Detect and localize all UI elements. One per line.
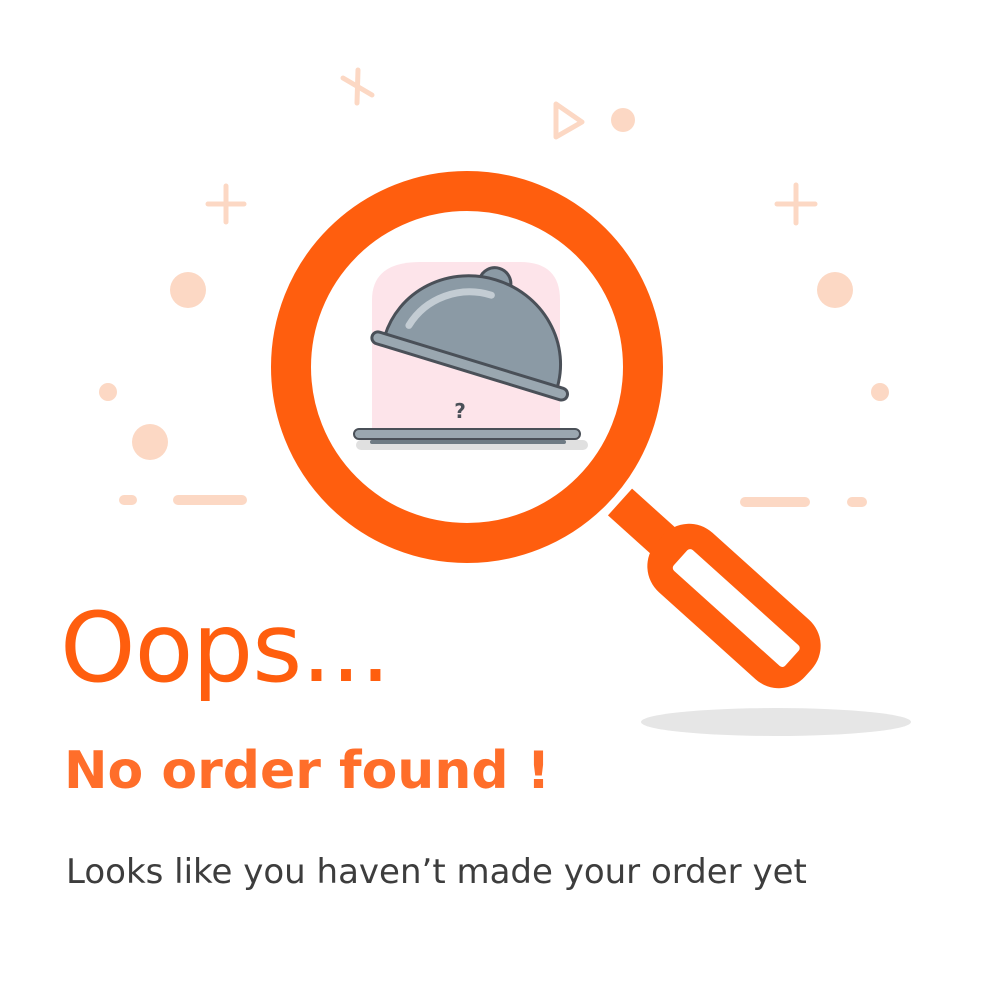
ground-shadow (641, 708, 911, 736)
dot-icon (611, 108, 635, 132)
magnifier-handle (607, 488, 821, 689)
plus-icon (205, 183, 247, 225)
empty-state-subheadline: No order found ! (64, 741, 551, 801)
question-mark: ? (454, 399, 466, 423)
tray-icon (353, 428, 581, 440)
dot-icon (132, 424, 168, 460)
plus-icon (774, 182, 818, 226)
empty-state-illustration: ? (99, 67, 911, 736)
dot-icon (871, 383, 889, 401)
dot-icon (99, 383, 117, 401)
dot-icon (170, 272, 206, 308)
plus-icon (340, 67, 375, 106)
play-triangle-icon (553, 101, 585, 140)
empty-state-message: Looks like you haven’t made your order y… (66, 852, 807, 892)
empty-state-headline: Oops... (60, 592, 391, 704)
dot-icon (817, 272, 853, 308)
